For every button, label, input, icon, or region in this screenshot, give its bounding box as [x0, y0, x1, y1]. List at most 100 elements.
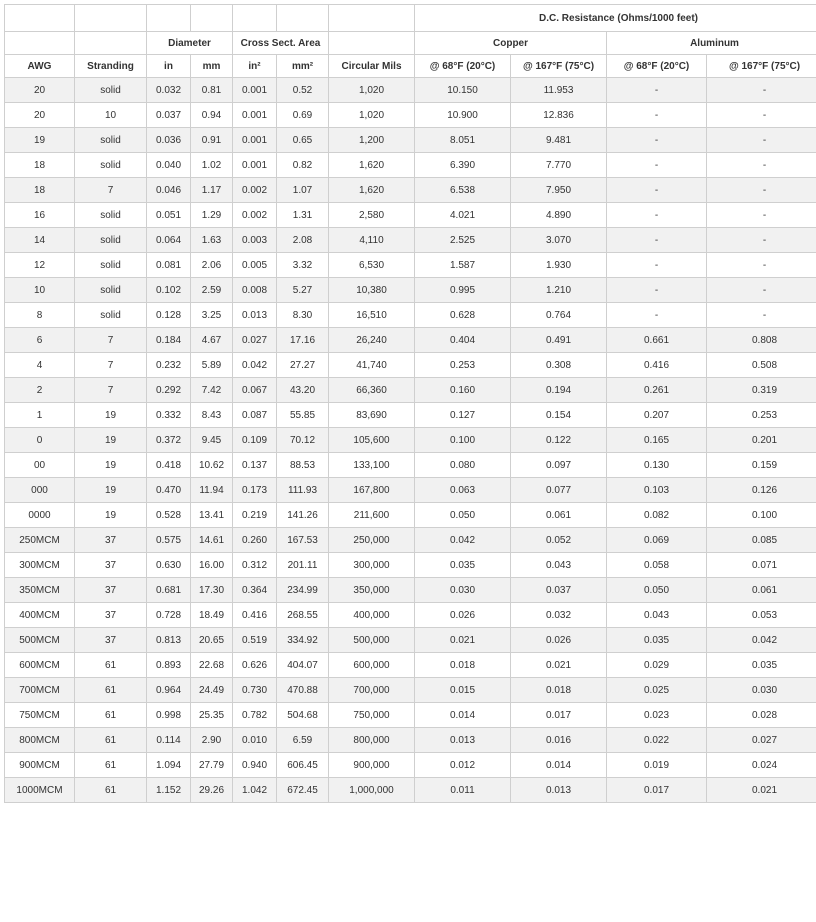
diameter-mm-cell: 14.61: [190, 527, 233, 553]
circular-mils-cell: 1,000,000: [328, 777, 415, 803]
diameter-in-cell: 0.128: [146, 302, 191, 328]
area-mm2-cell: 0.52: [276, 77, 329, 103]
stranding-cell: 19: [74, 452, 147, 478]
circular-mils-cell: 500,000: [328, 627, 415, 653]
area-mm2-cell: 6.59: [276, 727, 329, 753]
awg-cell: 700MCM: [4, 677, 75, 703]
aluminum-68f-cell: -: [606, 227, 707, 253]
copper-167f-cell: 0.018: [510, 677, 607, 703]
header-blank: [328, 4, 415, 32]
area-in2-cell: 0.008: [232, 277, 277, 303]
copper-167f-cell: 11.953: [510, 77, 607, 103]
copper-167f-cell: 0.017: [510, 702, 607, 728]
area-mm2-cell: 0.82: [276, 152, 329, 178]
aluminum-68f-cell: 0.165: [606, 427, 707, 453]
area-mm2-cell: 3.32: [276, 252, 329, 278]
aluminum-68f-cell: 0.261: [606, 377, 707, 403]
aluminum-167f-cell: -: [705, 127, 816, 153]
copper-68f-cell: 0.014: [414, 702, 511, 728]
aluminum-167f-cell: -: [705, 277, 816, 303]
aluminum-68f-cell: 0.207: [606, 402, 707, 428]
header-copper-68f: @ 68°F (20°C): [414, 54, 511, 78]
copper-68f-cell: 0.021: [414, 627, 511, 653]
aluminum-68f-cell: 0.103: [606, 477, 707, 503]
copper-68f-cell: 0.015: [414, 677, 511, 703]
awg-cell: 12: [4, 252, 75, 278]
area-in2-cell: 0.087: [232, 402, 277, 428]
diameter-in-cell: 0.081: [146, 252, 191, 278]
diameter-mm-cell: 4.67: [190, 327, 233, 353]
area-in2-cell: 0.001: [232, 77, 277, 103]
table-row: 6 7 0.184 4.67 0.027 17.16 26,240 0.404 0.491 0.6…: [4, 327, 816, 353]
diameter-in-cell: 0.037: [146, 102, 191, 128]
area-in2-cell: 0.219: [232, 502, 277, 528]
table-row: 300MCM 37 0.630 16.00 0.312 201.11 300,000 0.03…: [4, 552, 816, 578]
table-body: 20 solid 0.032 0.81 0.001 0.52 1,020 10.150 11.9…: [4, 77, 816, 803]
area-in2-cell: 0.782: [232, 702, 277, 728]
area-mm2-cell: 1.07: [276, 177, 329, 203]
area-mm2-cell: 5.27: [276, 277, 329, 303]
header-mm: mm: [190, 54, 233, 78]
diameter-in-cell: 1.094: [146, 752, 191, 778]
diameter-in-cell: 0.681: [146, 577, 191, 603]
copper-167f-cell: 0.014: [510, 752, 607, 778]
circular-mils-cell: 350,000: [328, 577, 415, 603]
area-mm2-cell: 43.20: [276, 377, 329, 403]
table-row: 14 solid 0.064 1.63 0.003 2.08 4,110 2.525 3.070…: [4, 227, 816, 253]
awg-cell: 000: [4, 477, 75, 503]
copper-167f-cell: 0.021: [510, 652, 607, 678]
copper-167f-cell: 0.037: [510, 577, 607, 603]
header-aluminum: Aluminum: [605, 31, 816, 55]
table-row: 20 solid 0.032 0.81 0.001 0.52 1,020 10.150 11.9…: [4, 77, 816, 103]
copper-167f-cell: 0.032: [510, 602, 607, 628]
aluminum-167f-cell: 0.085: [705, 527, 816, 553]
aluminum-167f-cell: 0.061: [705, 577, 816, 603]
awg-cell: 20: [4, 77, 75, 103]
diameter-mm-cell: 29.26: [190, 777, 233, 803]
aluminum-167f-cell: 0.808: [705, 327, 816, 353]
aluminum-167f-cell: 0.100: [705, 502, 816, 528]
stranding-cell: solid: [74, 252, 147, 278]
area-in2-cell: 0.042: [232, 352, 277, 378]
area-in2-cell: 0.364: [232, 577, 277, 603]
circular-mils-cell: 400,000: [328, 602, 415, 628]
area-in2-cell: 0.137: [232, 452, 277, 478]
copper-167f-cell: 0.016: [510, 727, 607, 753]
copper-68f-cell: 0.013: [414, 727, 511, 753]
copper-167f-cell: 0.764: [510, 302, 607, 328]
table-row: 000 19 0.470 11.94 0.173 111.93 167,800 0.063 0.…: [4, 477, 816, 503]
awg-cell: 20: [4, 102, 75, 128]
aluminum-167f-cell: 0.021: [705, 777, 816, 803]
table-row: 800MCM 61 0.114 2.90 0.010 6.59 800,000 0.013 0.…: [4, 727, 816, 753]
stranding-cell: 7: [74, 377, 147, 403]
copper-68f-cell: 0.404: [414, 327, 511, 353]
circular-mils-cell: 300,000: [328, 552, 415, 578]
diameter-mm-cell: 0.91: [190, 127, 233, 153]
area-in2-cell: 0.940: [232, 752, 277, 778]
diameter-mm-cell: 24.49: [190, 677, 233, 703]
stranding-cell: 10: [74, 102, 147, 128]
aluminum-68f-cell: 0.069: [606, 527, 707, 553]
circular-mils-cell: 1,200: [328, 127, 415, 153]
copper-68f-cell: 6.538: [414, 177, 511, 203]
copper-167f-cell: 0.308: [510, 352, 607, 378]
area-mm2-cell: 0.69: [276, 102, 329, 128]
copper-68f-cell: 2.525: [414, 227, 511, 253]
area-mm2-cell: 470.88: [276, 677, 329, 703]
circular-mils-cell: 83,690: [328, 402, 415, 428]
awg-cell: 4: [4, 352, 75, 378]
header-in: in: [146, 54, 191, 78]
area-mm2-cell: 88.53: [276, 452, 329, 478]
stranding-cell: solid: [74, 227, 147, 253]
copper-68f-cell: 0.995: [414, 277, 511, 303]
diameter-mm-cell: 2.06: [190, 252, 233, 278]
table-row: 4 7 0.232 5.89 0.042 27.27 41,740 0.253 0.308 0.4…: [4, 352, 816, 378]
copper-68f-cell: 0.011: [414, 777, 511, 803]
stranding-cell: 7: [74, 327, 147, 353]
table-row: 00 19 0.418 10.62 0.137 88.53 133,100 0.080 0.09…: [4, 452, 816, 478]
diameter-in-cell: 0.418: [146, 452, 191, 478]
table-row: 400MCM 37 0.728 18.49 0.416 268.55 400,000 0.02…: [4, 602, 816, 628]
header-blank: [4, 4, 75, 32]
copper-68f-cell: 0.100: [414, 427, 511, 453]
header-blank: [232, 4, 277, 32]
